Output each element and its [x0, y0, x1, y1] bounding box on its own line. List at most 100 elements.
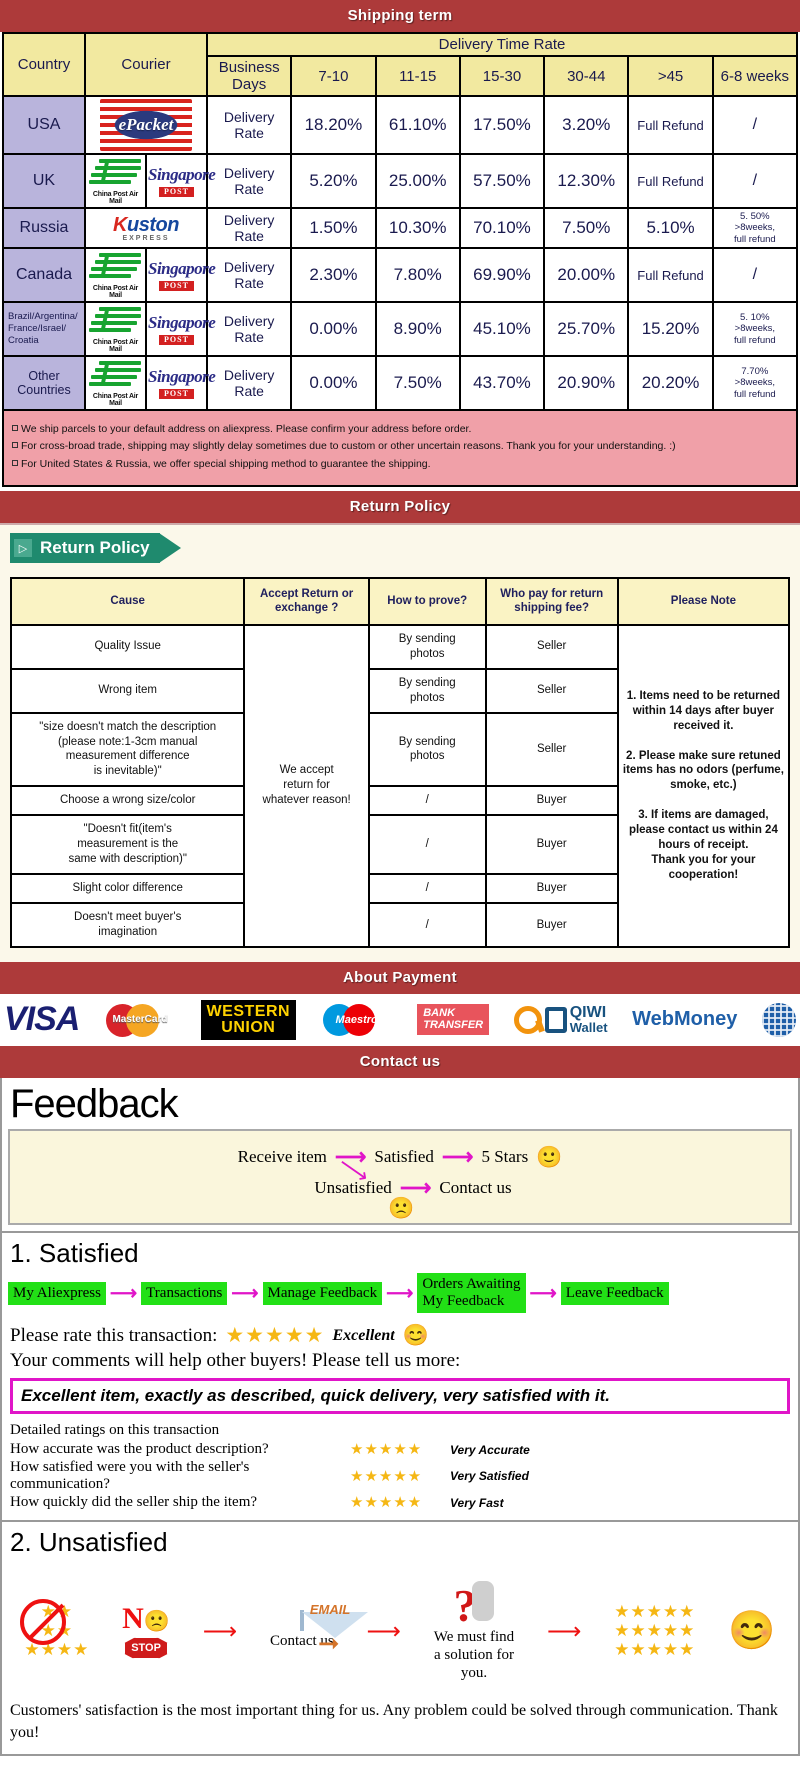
delivery-rate-label: Delivery Rate — [205, 206, 293, 250]
china-post-text: China Post Air Mail — [92, 393, 139, 408]
rp-cause: Slight color difference — [9, 873, 246, 905]
delivery-rate-value: 25.70% — [543, 301, 630, 358]
singapore-post-badge: POST — [159, 280, 194, 291]
delivery-rate-value: 0.00% — [290, 355, 377, 412]
qiwi-q-icon — [513, 1005, 542, 1034]
unsatisfied-flow-row: ★★ ★★ ★★★★ N🙁 STOP ⟶ EMAIL ➞ Contact us ⟶ … — [2, 1562, 798, 1694]
delivery-rate-value: 20.20% — [627, 355, 714, 412]
payment-logo-qiwi: QIWI Wallet — [513, 1000, 608, 1040]
delivery-rate-value: / — [711, 95, 799, 155]
singapore-post-word: Singapore — [148, 366, 216, 386]
return-policy-row: Quality Issue We accept return for whatev… — [9, 623, 791, 948]
western-union-bottom: UNION — [221, 1018, 276, 1036]
rp-header-pay: Who pay for return shipping fee? — [484, 577, 619, 626]
chain-step[interactable]: My Aliexpress — [8, 1281, 106, 1305]
satisfied-step-chain: My Aliexpress ⟶ Transactions ⟶ Manage Feedba… — [2, 1272, 798, 1320]
china-post-logo: China Post Air Mail — [87, 359, 144, 407]
shipping-country-cell: UK — [2, 153, 86, 209]
chain-step[interactable]: Leave Feedback — [560, 1281, 669, 1305]
chain-step[interactable]: Orders Awaiting My Feedback — [417, 1272, 526, 1314]
rp-how-to-prove: By sending photos — [367, 623, 487, 670]
delivery-rate-value: 57.50% — [458, 153, 546, 209]
western-union-top: WESTERN — [206, 1002, 291, 1020]
delivery-rate-label: Delivery Rate — [205, 95, 293, 155]
arrow-cell-1: ⟶ — [203, 1617, 237, 1646]
delivery-rate-value: Full Refund — [627, 247, 714, 304]
rating-stars[interactable]: ★★★★★ — [225, 1323, 324, 1348]
shipping-row: Other Countries China Post Air Mail Singap… — [2, 355, 799, 412]
bullet-box-icon — [12, 459, 18, 466]
header-range-7-10: 7-10 — [290, 55, 377, 97]
chain-step[interactable]: Transactions — [141, 1281, 228, 1305]
contact-us-banner: Contact us — [0, 1045, 800, 1078]
delivery-rate-value: 0.00% — [290, 301, 377, 358]
delivery-rate-value: 45.10% — [458, 301, 546, 358]
rp-how-to-prove: By sending photos — [367, 711, 487, 788]
courier-logo-cell: China Post Air Mail — [84, 355, 147, 412]
rating-question: How accurate was the product description… — [10, 1441, 269, 1458]
courier-logo-cell: Singapore POST — [145, 355, 216, 412]
shipping-table-body: USADelivery Rate18.20%61.10%17.50%3.20%F… — [2, 95, 799, 412]
detailed-rating-row: How satisfied were you with the seller's… — [10, 1459, 790, 1493]
return-policy-table-body: Quality Issue We accept return for whatev… — [9, 623, 791, 948]
china-post-text: China Post Air Mail — [92, 285, 139, 300]
bullet-box-icon — [12, 442, 18, 449]
delivery-rate-value: 10.30% — [374, 206, 461, 250]
china-post-text: China Post Air Mail — [92, 339, 139, 354]
rp-header-cause: Cause — [9, 577, 246, 626]
flow-unsatisfied: Unsatisfied — [314, 1177, 392, 1197]
rating-stars[interactable]: ★★★★★ — [350, 1467, 440, 1486]
curved-arrow-icon: ➞ — [317, 1628, 340, 1659]
rp-who-pays: Seller — [484, 623, 619, 670]
delivery-rate-value: / — [711, 153, 799, 209]
rating-question: How quickly did the seller ship the item… — [10, 1494, 258, 1511]
delivery-rate-value: 25.00% — [374, 153, 461, 209]
delivery-rate-value: 7.50% — [543, 206, 630, 250]
china-post-text: China Post Air Mail — [92, 191, 139, 205]
rp-who-pays: Buyer — [484, 814, 619, 876]
courier-logo-cell: Singapore POST — [145, 301, 216, 358]
arrow-cell-2: ⟶ — [367, 1617, 401, 1646]
rp-who-pays: Buyer — [484, 902, 619, 948]
return-policy-tag-label: Return Policy — [40, 538, 150, 558]
delivery-rate-value: 61.10% — [374, 95, 461, 155]
shipping-country-cell: Other Countries — [2, 355, 86, 412]
header-country: Country — [2, 32, 86, 97]
unsatisfied-good-stars-cell: ★★★★★ ★★★★★ ★★★★★ — [614, 1602, 695, 1660]
smile-icon: 😊 — [402, 1323, 429, 1348]
sad-face-icon: 🙁 — [388, 1196, 415, 1220]
rp-who-pays: Seller — [484, 667, 619, 714]
unsatisfied-heading: 2. Unsatisfied — [2, 1520, 798, 1562]
chain-step[interactable]: Manage Feedback — [262, 1281, 383, 1305]
detailed-ratings-heading: Detailed ratings on this transaction — [10, 1422, 220, 1439]
happy-face-icon: 🙂 — [536, 1144, 563, 1169]
prohibition-icon — [20, 1598, 67, 1645]
delivery-rate-value: 8.90% — [374, 301, 461, 358]
header-range-over-45: >45 — [627, 55, 714, 97]
delivery-rate-value: 7.70% >8weeks, full refund — [711, 355, 799, 412]
rating-stars[interactable]: ★★★★★ — [350, 1493, 440, 1512]
delivery-rate-label: Delivery Rate — [205, 301, 293, 358]
rate-transaction-row: Please rate this transaction: ★★★★★ Exce… — [2, 1319, 798, 1348]
shipping-country-cell: Russia — [2, 206, 86, 250]
shipping-table: Country Courier Delivery Time Rate Busin… — [2, 32, 799, 412]
qiwi-text: QIWI Wallet — [570, 1005, 608, 1035]
delivery-rate-label: Delivery Rate — [205, 247, 293, 304]
delivery-rate-value: 5. 50% >8weeks, full refund — [711, 206, 799, 250]
delivery-rate-value: 20.90% — [543, 355, 630, 412]
flow-satisfied: Satisfied — [374, 1147, 434, 1167]
shipping-note-1: We ship parcels to your default address … — [12, 421, 788, 438]
flow-receive-item: Receive item — [237, 1147, 327, 1167]
shipping-note-text-2: For cross-broad trade, shipping may slig… — [21, 440, 676, 453]
header-range-11-15: 11-15 — [374, 55, 461, 97]
courier-logo-cell: China Post Air Mail — [84, 153, 147, 209]
rating-label: Very Satisfied — [450, 1469, 529, 1484]
feedback-comment-box[interactable]: Excellent item, exactly as described, qu… — [10, 1378, 790, 1415]
rating-question: How satisfied were you with the seller's… — [10, 1459, 250, 1493]
letter-n-icon: N — [122, 1602, 144, 1636]
courier-logo-cell: Singapore POST — [145, 247, 216, 304]
rating-stars[interactable]: ★★★★★ — [350, 1440, 440, 1459]
rp-accept-return: We accept return for whatever reason! — [243, 623, 370, 948]
arrow-right-icon: ⟶ — [231, 1282, 259, 1304]
rp-header-prove: How to prove? — [367, 577, 487, 626]
